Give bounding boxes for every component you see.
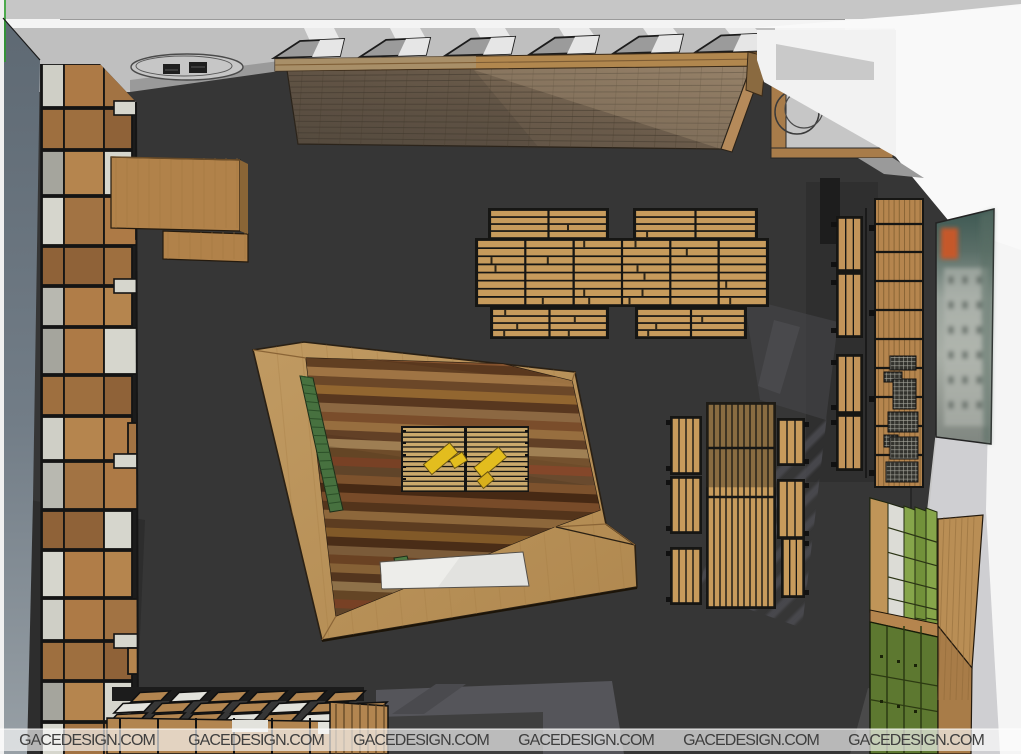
svg-text:GACEDESIGN.COM: GACEDESIGN.COM <box>518 732 654 749</box>
svg-text:GACEDESIGN.COM: GACEDESIGN.COM <box>848 732 984 749</box>
svg-text:GACEDESIGN.COM: GACEDESIGN.COM <box>353 732 489 749</box>
svg-text:GACEDESIGN.COM: GACEDESIGN.COM <box>19 732 155 749</box>
svg-text:GACEDESIGN.COM: GACEDESIGN.COM <box>188 732 324 749</box>
svg-text:GACEDESIGN.COM: GACEDESIGN.COM <box>683 732 819 749</box>
